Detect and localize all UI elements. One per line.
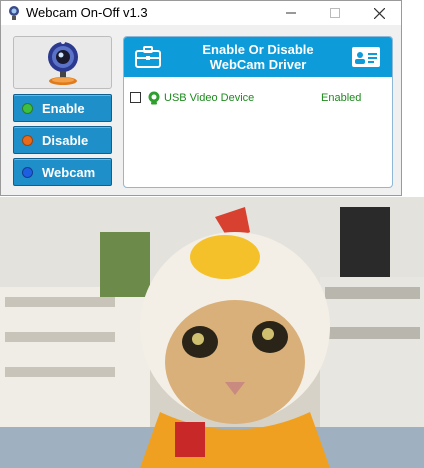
webcam-device-icon bbox=[148, 91, 160, 105]
title-bar[interactable]: Webcam On-Off v1.3 bbox=[1, 1, 401, 25]
enable-label: Enable bbox=[42, 100, 85, 116]
disable-label: Disable bbox=[42, 132, 89, 148]
close-button[interactable] bbox=[357, 1, 401, 25]
panel-title: Enable Or Disable WebCam Driver bbox=[174, 42, 342, 72]
enable-button[interactable]: Enable bbox=[13, 94, 112, 122]
panel-header: Enable Or Disable WebCam Driver bbox=[124, 37, 392, 77]
device-row[interactable]: USB Video Device Enabled bbox=[130, 91, 388, 107]
green-dot-icon bbox=[22, 102, 33, 114]
window-title: Webcam On-Off v1.3 bbox=[26, 5, 148, 20]
webcam-logo bbox=[13, 36, 112, 89]
minimize-icon bbox=[286, 12, 296, 14]
blue-dot-icon bbox=[22, 166, 33, 178]
device-name: USB Video Device bbox=[164, 92, 255, 104]
webcam-button[interactable]: Webcam bbox=[13, 158, 112, 186]
panel-title-line2: WebCam Driver bbox=[209, 57, 307, 72]
id-card-icon bbox=[352, 47, 380, 67]
app-webcam-icon bbox=[9, 6, 19, 20]
orange-dot-icon bbox=[22, 134, 33, 146]
device-status: Enabled bbox=[321, 92, 362, 104]
app-window: Webcam On-Off v1.3 Enable Disable Webcam… bbox=[0, 0, 402, 196]
webcam-logo-icon bbox=[47, 39, 78, 85]
webcam-preview-image bbox=[0, 197, 424, 468]
webcam-label: Webcam bbox=[42, 164, 96, 180]
device-checkbox[interactable] bbox=[130, 92, 141, 103]
driver-panel: Enable Or Disable WebCam Driver USB Vide… bbox=[123, 36, 393, 188]
briefcase-icon bbox=[135, 46, 161, 68]
maximize-button[interactable] bbox=[313, 1, 357, 25]
minimize-button[interactable] bbox=[269, 1, 313, 25]
panel-title-line1: Enable Or Disable bbox=[202, 42, 314, 57]
close-icon bbox=[373, 7, 385, 19]
maximize-icon bbox=[330, 8, 340, 18]
disable-button[interactable]: Disable bbox=[13, 126, 112, 154]
webcam-preview bbox=[0, 197, 424, 468]
